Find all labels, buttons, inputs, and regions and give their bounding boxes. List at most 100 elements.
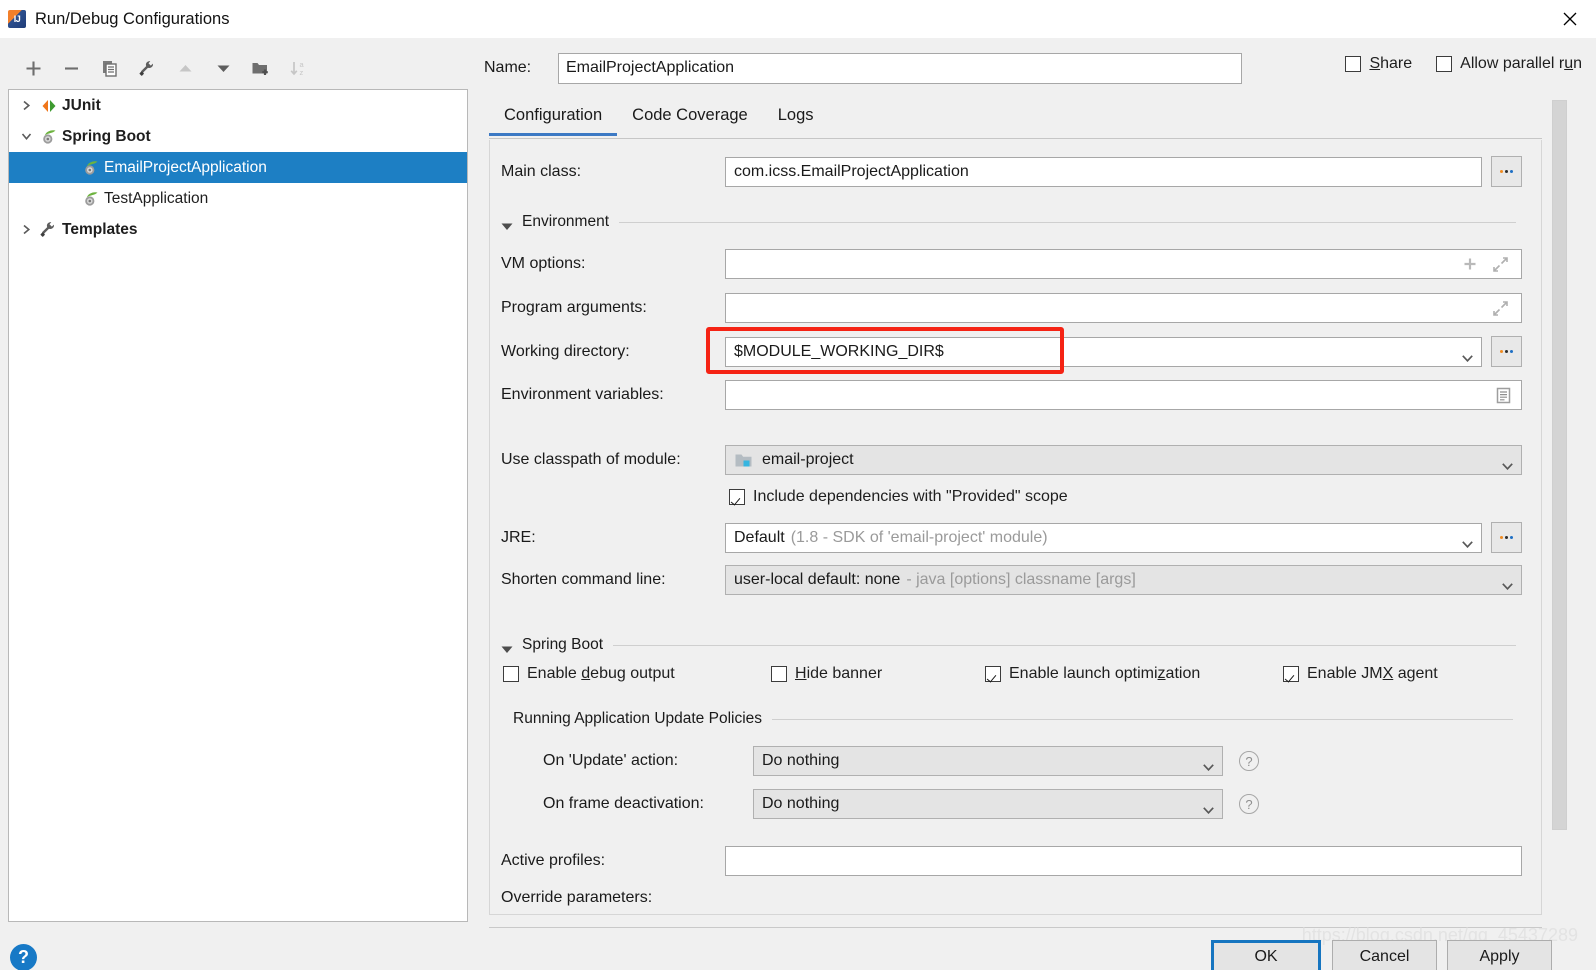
chevron-down-icon[interactable] (1502, 457, 1513, 471)
on-frame-deactivation-combobox[interactable]: Do nothing (753, 789, 1223, 819)
chevron-right-icon[interactable] (13, 93, 39, 119)
on-frame-deactivation-row: On frame deactivation: Do nothing ? (543, 789, 1259, 819)
tab-configuration[interactable]: Configuration (489, 103, 618, 136)
jre-browse-ellipsis-icon[interactable] (1491, 522, 1522, 553)
shorten-command-line-value: user-local default: none (734, 571, 901, 588)
enable-launch-optimization-label: Enable launch optimization (1009, 665, 1201, 682)
share-checkbox[interactable]: Share (1345, 55, 1412, 73)
wrench-icon (39, 220, 59, 240)
jre-row: JRE: Default (1.8 - SDK of 'email-projec… (501, 522, 1522, 553)
spring-boot-icon (81, 158, 101, 178)
tab-code-coverage[interactable]: Code Coverage (617, 103, 763, 135)
on-update-action-value: Do nothing (762, 752, 840, 769)
enable-jmx-agent-checkbox[interactable]: Enable JMX agent (1283, 665, 1438, 683)
on-update-action-row: On 'Update' action: Do nothing ? (543, 746, 1259, 776)
vm-options-input[interactable] (725, 249, 1522, 279)
shorten-command-line-combobox[interactable]: user-local default: none - java [options… (725, 565, 1522, 595)
override-parameters-label: Override parameters: (501, 889, 653, 906)
environment-variables-label: Environment variables: (501, 386, 664, 403)
new-folder-button[interactable] (242, 51, 280, 85)
close-icon[interactable] (1544, 0, 1596, 38)
triangle-down-icon[interactable] (501, 218, 513, 230)
section-divider (613, 644, 1516, 646)
include-provided-scope-label: Include dependencies with "Provided" sco… (753, 488, 1068, 505)
on-frame-deactivation-label: On frame deactivation: (543, 795, 704, 812)
tree-item-templates[interactable]: Templates (9, 214, 467, 245)
name-row: Name: (484, 52, 1242, 84)
spring-boot-section-header[interactable]: Spring Boot (501, 636, 1516, 654)
enable-debug-output-checkbox[interactable]: Enable debug output (503, 665, 675, 683)
tree-item-label: JUnit (62, 96, 101, 114)
checkbox-box (1283, 666, 1299, 682)
configurations-tree[interactable]: JUnit Spring Boot EmailProjectApplicatio… (8, 89, 468, 922)
environment-section-header[interactable]: Environment (501, 213, 1516, 231)
include-provided-scope-checkbox[interactable]: Include dependencies with "Provided" sco… (729, 488, 1068, 506)
hide-banner-checkbox[interactable]: Hide banner (771, 665, 882, 683)
on-update-action-combobox[interactable]: Do nothing (753, 746, 1223, 776)
copy-configuration-button[interactable] (90, 51, 128, 85)
environment-variables-input[interactable] (725, 380, 1522, 410)
name-input[interactable] (558, 52, 1242, 84)
main-class-label: Main class: (501, 162, 582, 180)
working-directory-input[interactable]: $MODULE_WORKING_DIR$ (725, 336, 1482, 367)
tree-item-emailprojectapplication[interactable]: EmailProjectApplication (9, 152, 467, 183)
tree-item-testapplication[interactable]: TestApplication (9, 183, 467, 214)
main-class-input[interactable]: com.icss.EmailProjectApplication (725, 156, 1482, 187)
ok-button[interactable]: OK (1211, 940, 1321, 970)
program-arguments-input[interactable] (725, 293, 1522, 323)
active-profiles-input[interactable] (725, 846, 1522, 876)
on-update-action-help-icon[interactable]: ? (1239, 751, 1259, 771)
tree-item-junit[interactable]: JUnit (9, 90, 467, 121)
working-directory-browse-ellipsis-icon[interactable] (1491, 336, 1522, 367)
run-debug-configurations-dialog: IJ Run/Debug Configurations a z JUnit Sp… (0, 0, 1596, 970)
move-down-button[interactable] (204, 51, 242, 85)
chevron-down-icon[interactable] (1502, 577, 1513, 591)
chevron-right-icon[interactable] (13, 217, 39, 243)
apply-button[interactable]: Apply (1447, 940, 1552, 970)
checkbox-box (985, 666, 1001, 682)
hide-banner-label: Hide banner (795, 665, 883, 682)
tree-item-label: EmailProjectApplication (104, 158, 267, 176)
main-class-row: Main class: com.icss.EmailProjectApplica… (501, 156, 1522, 187)
chevron-down-icon[interactable] (13, 124, 39, 150)
window-title: Run/Debug Configurations (35, 9, 230, 28)
module-icon (734, 451, 756, 469)
shorten-command-line-row: Shorten command line: user-local default… (501, 565, 1522, 595)
jre-combobox[interactable]: Default (1.8 - SDK of 'email-project' mo… (725, 522, 1482, 553)
working-directory-row: Working directory: $MODULE_WORKING_DIR$ (501, 336, 1522, 367)
on-frame-deactivation-help-icon[interactable]: ? (1239, 794, 1259, 814)
chevron-down-icon[interactable] (1462, 349, 1473, 362)
cancel-button[interactable]: Cancel (1332, 940, 1437, 970)
use-classpath-combobox[interactable]: email-project (725, 445, 1522, 475)
checkbox-box (729, 489, 745, 505)
allow-parallel-run-checkbox[interactable]: Allow parallel run (1436, 55, 1582, 73)
jre-value: Default (734, 528, 785, 546)
list-edit-icon[interactable] (1494, 386, 1513, 405)
dialog-help-icon[interactable]: ? (10, 944, 37, 970)
chevron-down-icon[interactable] (1462, 535, 1473, 548)
move-up-button[interactable] (166, 51, 204, 85)
spring-boot-icon (39, 127, 59, 147)
remove-configuration-button[interactable] (52, 51, 90, 85)
shorten-command-line-label: Shorten command line: (501, 571, 666, 588)
add-configuration-button[interactable] (14, 51, 52, 85)
main-class-browse-ellipsis-icon[interactable] (1491, 156, 1522, 187)
vm-options-label: VM options: (501, 255, 586, 272)
chevron-down-icon[interactable] (1203, 801, 1214, 815)
macro-plus-icon[interactable] (1462, 256, 1478, 272)
expand-editor-icon[interactable] (1492, 300, 1509, 317)
chevron-down-icon[interactable] (1203, 758, 1214, 772)
update-policies-title: Running Application Update Policies (513, 710, 763, 727)
checkbox-box (503, 666, 519, 682)
sort-alphabetical-icon[interactable]: a z (280, 51, 318, 85)
pane-scrollbar-thumb[interactable] (1552, 100, 1567, 830)
enable-launch-optimization-checkbox[interactable]: Enable launch optimization (985, 665, 1200, 683)
tab-logs[interactable]: Logs (763, 103, 829, 135)
expand-editor-icon[interactable] (1492, 256, 1509, 273)
vm-options-row: VM options: (501, 249, 1522, 279)
svg-text:z: z (300, 68, 304, 77)
edit-templates-wrench-icon[interactable] (128, 51, 166, 85)
override-parameters-row: Override parameters: (501, 889, 652, 907)
tree-item-spring-boot[interactable]: Spring Boot (9, 121, 467, 152)
triangle-down-icon[interactable] (501, 641, 513, 653)
